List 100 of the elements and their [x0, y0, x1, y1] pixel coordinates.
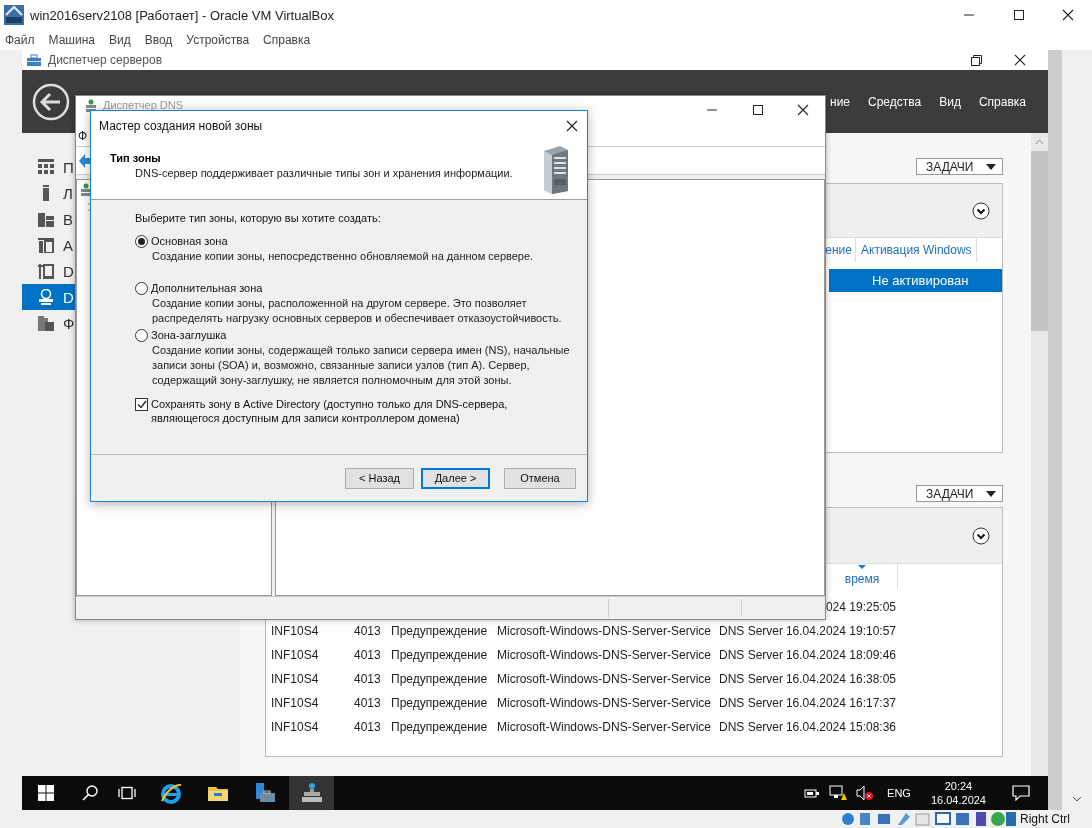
scroll-down-icon[interactable]	[1072, 796, 1082, 802]
nav-item[interactable]: D	[22, 258, 75, 284]
status-icons-drawing[interactable]	[840, 811, 1016, 827]
option-description: Создание копии зоны, содержащей только записи сервера имен (NS), начальные записи зоны (SOA) и, возможно, связанные записи узлов (тип А). Сервер, содержащий зону-заглушку, не является полномочным для этой зоны.	[152, 343, 571, 388]
nav-label: П	[63, 158, 74, 176]
back-icon[interactable]	[32, 82, 70, 121]
dialog-button[interactable]: < Назад	[345, 467, 414, 489]
network-server-icon	[300, 782, 323, 804]
language-indicator[interactable]: ENG	[887, 787, 911, 799]
menu-item[interactable]: Вид	[108, 33, 131, 47]
table-cell-text: Не активирован	[871, 273, 970, 288]
table-cell-text: INF10S4	[271, 696, 320, 710]
table-cell-text: INF10S4	[271, 624, 320, 638]
restore-icon[interactable]	[970, 54, 982, 66]
chevron-down-icon[interactable]	[972, 201, 990, 220]
volume-muted-icon[interactable]	[856, 785, 875, 801]
nav-item[interactable]: В	[22, 206, 75, 232]
close-icon[interactable]	[1014, 54, 1026, 66]
tasks-dropdown[interactable]: ЗАДАЧИ	[916, 485, 1003, 502]
clock-date[interactable]: 16.04.2024	[930, 793, 986, 807]
page-heading: Тип зоны	[110, 152, 162, 164]
back-arrow-icon[interactable]	[79, 153, 91, 168]
table-cell: DNS Server	[719, 648, 782, 662]
chevron-down-icon[interactable]	[972, 526, 990, 545]
windows-start-icon[interactable]	[38, 785, 54, 801]
scrollbar-thumb[interactable]	[1031, 151, 1048, 331]
table-cell-text: Предупреждение	[391, 672, 489, 686]
menu-item[interactable]: ние	[830, 94, 851, 109]
column-header[interactable]: Активация Windows	[856, 238, 977, 262]
notification-icon[interactable]	[1012, 785, 1030, 801]
table-cell-text: 16.04.2024 19:10:57	[784, 624, 896, 638]
clock-time[interactable]: 20:24	[944, 779, 973, 793]
window-title: Диспетчер DNS	[103, 99, 184, 111]
table-row[interactable]: Не активирован	[829, 269, 1002, 292]
table-cell-text: 16.04.2024 16:17:37	[784, 696, 896, 710]
toolbox-icon	[26, 53, 42, 67]
checkmark-icon	[136, 400, 147, 409]
window-title: win2016serv2108 [Работает] - Oracle VM VirtualBox	[30, 7, 334, 23]
checkbox-label[interactable]: Сохранять зону в Active Directory (доступно только для DNS-сервера, являющегося доступным для записи контроллером домена)	[151, 397, 531, 425]
task-view-icon[interactable]	[118, 786, 136, 800]
tasks-dropdown[interactable]: ЗАДАЧИ	[916, 158, 1003, 175]
option-label[interactable]: Основная зона	[151, 235, 228, 247]
taskbar-button[interactable]	[289, 776, 334, 810]
search-icon[interactable]	[82, 785, 98, 801]
menu-item[interactable]: Справка	[978, 94, 1026, 109]
maximize-icon[interactable]	[751, 104, 765, 116]
table-cell-text: Microsoft-Windows-DNS-Server-Service	[497, 648, 713, 662]
nav-item[interactable]: Л	[22, 180, 75, 206]
table-cell-text: 024 19:25:05	[824, 600, 896, 614]
prompt-text: Выберите тип зоны, которую вы хотите создать:	[135, 212, 382, 224]
menu-item[interactable]: Средства	[868, 94, 922, 109]
maximize-icon[interactable]	[1012, 9, 1026, 21]
nav-item[interactable]: D	[22, 284, 75, 310]
radio-button[interactable]	[135, 234, 148, 248]
page-description: DNS-сервер поддерживает различные типы зон и хранения информации.	[135, 167, 514, 179]
table-cell: DNS Server	[719, 672, 782, 686]
nav-icon	[38, 315, 54, 331]
scrollbar[interactable]	[1031, 133, 1048, 776]
table-cell: DNS Server	[719, 720, 782, 734]
checkbox[interactable]	[135, 398, 148, 411]
nav-item[interactable]: Ф	[22, 310, 75, 336]
close-icon[interactable]	[566, 119, 578, 132]
dialog-button[interactable]: Далее >	[421, 467, 490, 489]
close-icon[interactable]	[797, 104, 809, 116]
nav-label: В	[63, 210, 73, 228]
table-cell-text: 4013	[354, 696, 382, 710]
dialog-button[interactable]: Отмена	[504, 467, 576, 489]
tasks-label: ЗАДАЧИ	[926, 486, 974, 501]
column-header[interactable]: время	[844, 572, 880, 586]
table-cell-text: Microsoft-Windows-DNS-Server-Service	[497, 720, 713, 734]
table-cell-text: INF10S4	[271, 720, 320, 734]
nav-item[interactable]: П	[22, 154, 75, 180]
menu-item[interactable]: Вид	[939, 94, 961, 109]
menu-item[interactable]: Машина	[48, 33, 95, 47]
nav-icon	[38, 211, 54, 227]
table-cell-text: 4013	[354, 720, 382, 734]
menu-item[interactable]: Устройства	[186, 33, 250, 47]
browser-icon	[159, 782, 182, 804]
table-cell-text: 4013	[354, 624, 382, 638]
nav-label: A	[63, 236, 73, 254]
scroll-up-icon[interactable]	[1035, 139, 1044, 145]
option-description: Создание копии зоны, расположенной на другом сервере. Это позволяет распределять нагрузку основных серверов и обеспечивает отказоустойчивость.	[152, 296, 563, 326]
close-icon[interactable]	[1062, 9, 1074, 21]
option-label[interactable]: Зона-заглушка	[151, 329, 227, 341]
option-description: Создание копии зоны, непосредственно обновляемой на данном сервере.	[152, 249, 535, 264]
table-cell-text: Предупреждение	[391, 624, 489, 638]
network-warning-icon[interactable]	[829, 785, 848, 801]
caret-icon	[986, 163, 996, 170]
menu-item[interactable]: Справка	[263, 33, 311, 47]
table-cell: DNS Server	[719, 624, 782, 638]
radio-button[interactable]	[135, 281, 148, 295]
menu-item[interactable]: Ввод	[144, 33, 173, 47]
nav-icon	[38, 263, 54, 279]
option-label[interactable]: Дополнительная зона	[151, 282, 263, 294]
table-cell-text: 16.04.2024 15:08:36	[784, 720, 896, 734]
menu-item[interactable]: Ф	[78, 129, 88, 143]
nav-item[interactable]: A	[22, 232, 75, 258]
radio-button[interactable]	[135, 328, 148, 342]
window-title: Диспетчер серверов	[48, 53, 163, 67]
menu-item[interactable]: Файл	[5, 33, 35, 47]
